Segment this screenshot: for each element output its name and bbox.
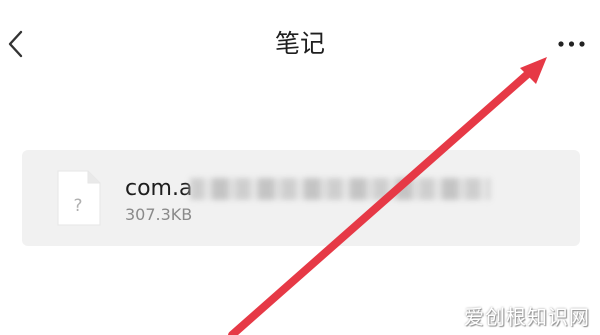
watermark: 爱创根知识网 [464,305,590,329]
file-card[interactable]: ? com.a 307.3KB [22,150,580,246]
file-name: com.a [125,176,193,201]
more-horizontal-icon [558,41,585,47]
file-icon-glyph: ? [73,196,82,216]
file-name-redaction [190,178,490,200]
unknown-file-icon: ? [56,169,102,227]
file-size: 307.3KB [125,205,193,224]
more-button[interactable] [552,30,592,58]
navigation-bar: 笔记 [0,0,600,90]
page-title: 笔记 [274,29,325,58]
